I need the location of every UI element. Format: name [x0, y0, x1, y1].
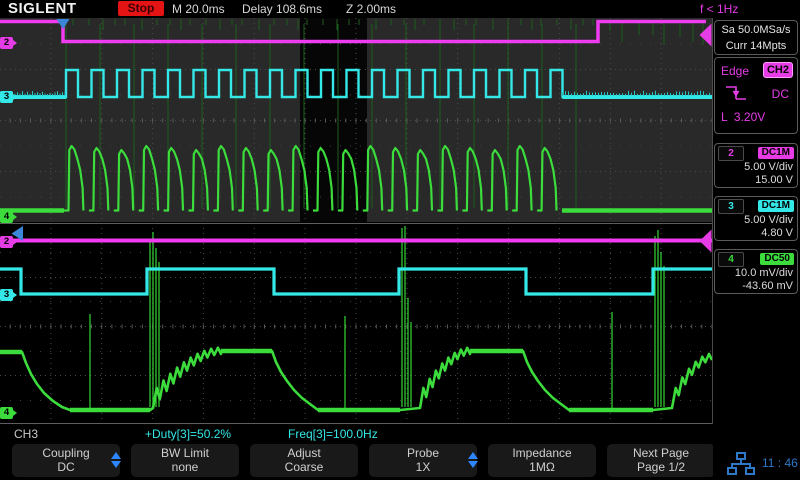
softkey-label: Next Page [632, 446, 690, 460]
selected-channel-label: CH3 [14, 427, 39, 441]
acquisition-info-box: Sa 50.0MSa/s Curr 14Mpts [714, 20, 798, 55]
channel4-offset: -43.60 mV [742, 280, 793, 292]
trigger-level: L 3.20V [721, 110, 766, 124]
measurement-row: CH3 +Duty[3]=50.2% Freq[3]=100.0Hz [0, 425, 712, 443]
softkey-adjust[interactable]: Adjust Coarse [250, 444, 358, 477]
channel2-offset: 15.00 V [755, 174, 793, 186]
channel2-scale: 5.00 V/div [744, 161, 793, 173]
lan-network-icon [727, 452, 755, 475]
trigger-info-box[interactable]: Edge CH2 DC L 3.20V [714, 57, 798, 134]
ch4-offset-tag-main[interactable]: 4 [0, 211, 17, 223]
memory-depth: Curr 14Mpts [725, 40, 787, 52]
channel2-info-box[interactable]: 2 DC1M 5.00 V/div 15.00 V [714, 143, 798, 188]
ch4-offset-tag-zoom[interactable]: 4 [0, 407, 17, 419]
channel3-coupling-badge: DC1M [757, 200, 794, 212]
softkey-value: Page 1/2 [636, 460, 686, 474]
sidebar: Sa 50.0MSa/s Curr 14Mpts Edge CH2 DC L 3… [713, 18, 800, 480]
softkey-label: Coupling [42, 446, 90, 460]
ch2-offset-tag-zoom[interactable]: 2 [0, 236, 17, 248]
marker-overlay [11, 19, 712, 253]
softkey-value: Coarse [284, 460, 324, 474]
siglent-logo: SIGLENT [8, 0, 77, 17]
main-timebase[interactable]: M 20.0ms [172, 2, 225, 16]
softkey-coupling[interactable]: Coupling DC [12, 444, 121, 477]
freq-measurement: Freq[3]=100.0Hz [288, 427, 378, 441]
trigger-type: Edge [721, 64, 750, 78]
trigger-coupling: DC [771, 87, 789, 101]
channel3-scale: 5.00 V/div [744, 214, 793, 226]
softkey-label: BW Limit [161, 446, 209, 460]
channel3-offset: 4.80 V [761, 227, 793, 239]
ch3-offset-tag-zoom[interactable]: 3 [0, 289, 17, 301]
softkey-bw-limit[interactable]: BW Limit none [131, 444, 239, 477]
falling-edge-icon [726, 86, 746, 100]
channel4-coupling-badge: DC50 [760, 253, 794, 265]
softkey-label: Probe [406, 446, 440, 460]
channel4-info-box[interactable]: 4 DC50 10.0 mV/div -43.60 mV [714, 249, 798, 294]
softkey-value: none [171, 460, 199, 474]
softkey-probe[interactable]: Probe 1X [369, 444, 478, 477]
channel4-scale: 10.0 mV/div [734, 267, 793, 279]
softkey-label: Adjust [287, 446, 321, 460]
trigger-delay[interactable]: Delay 108.6ms [242, 2, 322, 16]
channel2-number: 2 [718, 146, 744, 161]
channel3-info-box[interactable]: 3 DC1M 5.00 V/div 4.80 V [714, 196, 798, 241]
softkey-value: DC [57, 460, 75, 474]
softkey-value: 1MΩ [529, 460, 555, 474]
trigger-source-badge: CH2 [762, 62, 793, 78]
trigger-level-marker-main[interactable] [699, 23, 712, 47]
sample-rate: Sa 50.0MSa/s [721, 24, 791, 36]
duty-measurement: +Duty[3]=50.2% [145, 427, 232, 441]
channel3-number: 3 [718, 199, 744, 214]
zoom-timebase[interactable]: Z 2.00ms [346, 2, 396, 16]
run-state-badge[interactable]: Stop [118, 1, 164, 16]
ch3-offset-tag-main[interactable]: 3 [0, 91, 17, 103]
top-bar: SIGLENT Stop M 20.0ms Delay 108.6ms Z 2.… [0, 0, 800, 18]
waveform-display: 2 3 4 2 3 4 [0, 0, 713, 480]
ch2-offset-tag-main[interactable]: 2 [0, 37, 17, 49]
softkey-next-page[interactable]: Next Page Page 1/2 [607, 444, 715, 477]
trigger-position-marker[interactable] [56, 19, 70, 29]
softkey-value: 1X [415, 460, 431, 474]
channel4-number: 4 [718, 252, 744, 267]
channel2-coupling-badge: DC1M [757, 147, 794, 159]
trigger-level-marker-zoom[interactable] [699, 229, 712, 253]
clock: 11 : 46 [762, 456, 798, 470]
softkey-impedance[interactable]: Impedance 1MΩ [488, 444, 596, 477]
softkey-label: Impedance [512, 446, 572, 460]
trigger-frequency: f < 1Hz [700, 2, 739, 16]
